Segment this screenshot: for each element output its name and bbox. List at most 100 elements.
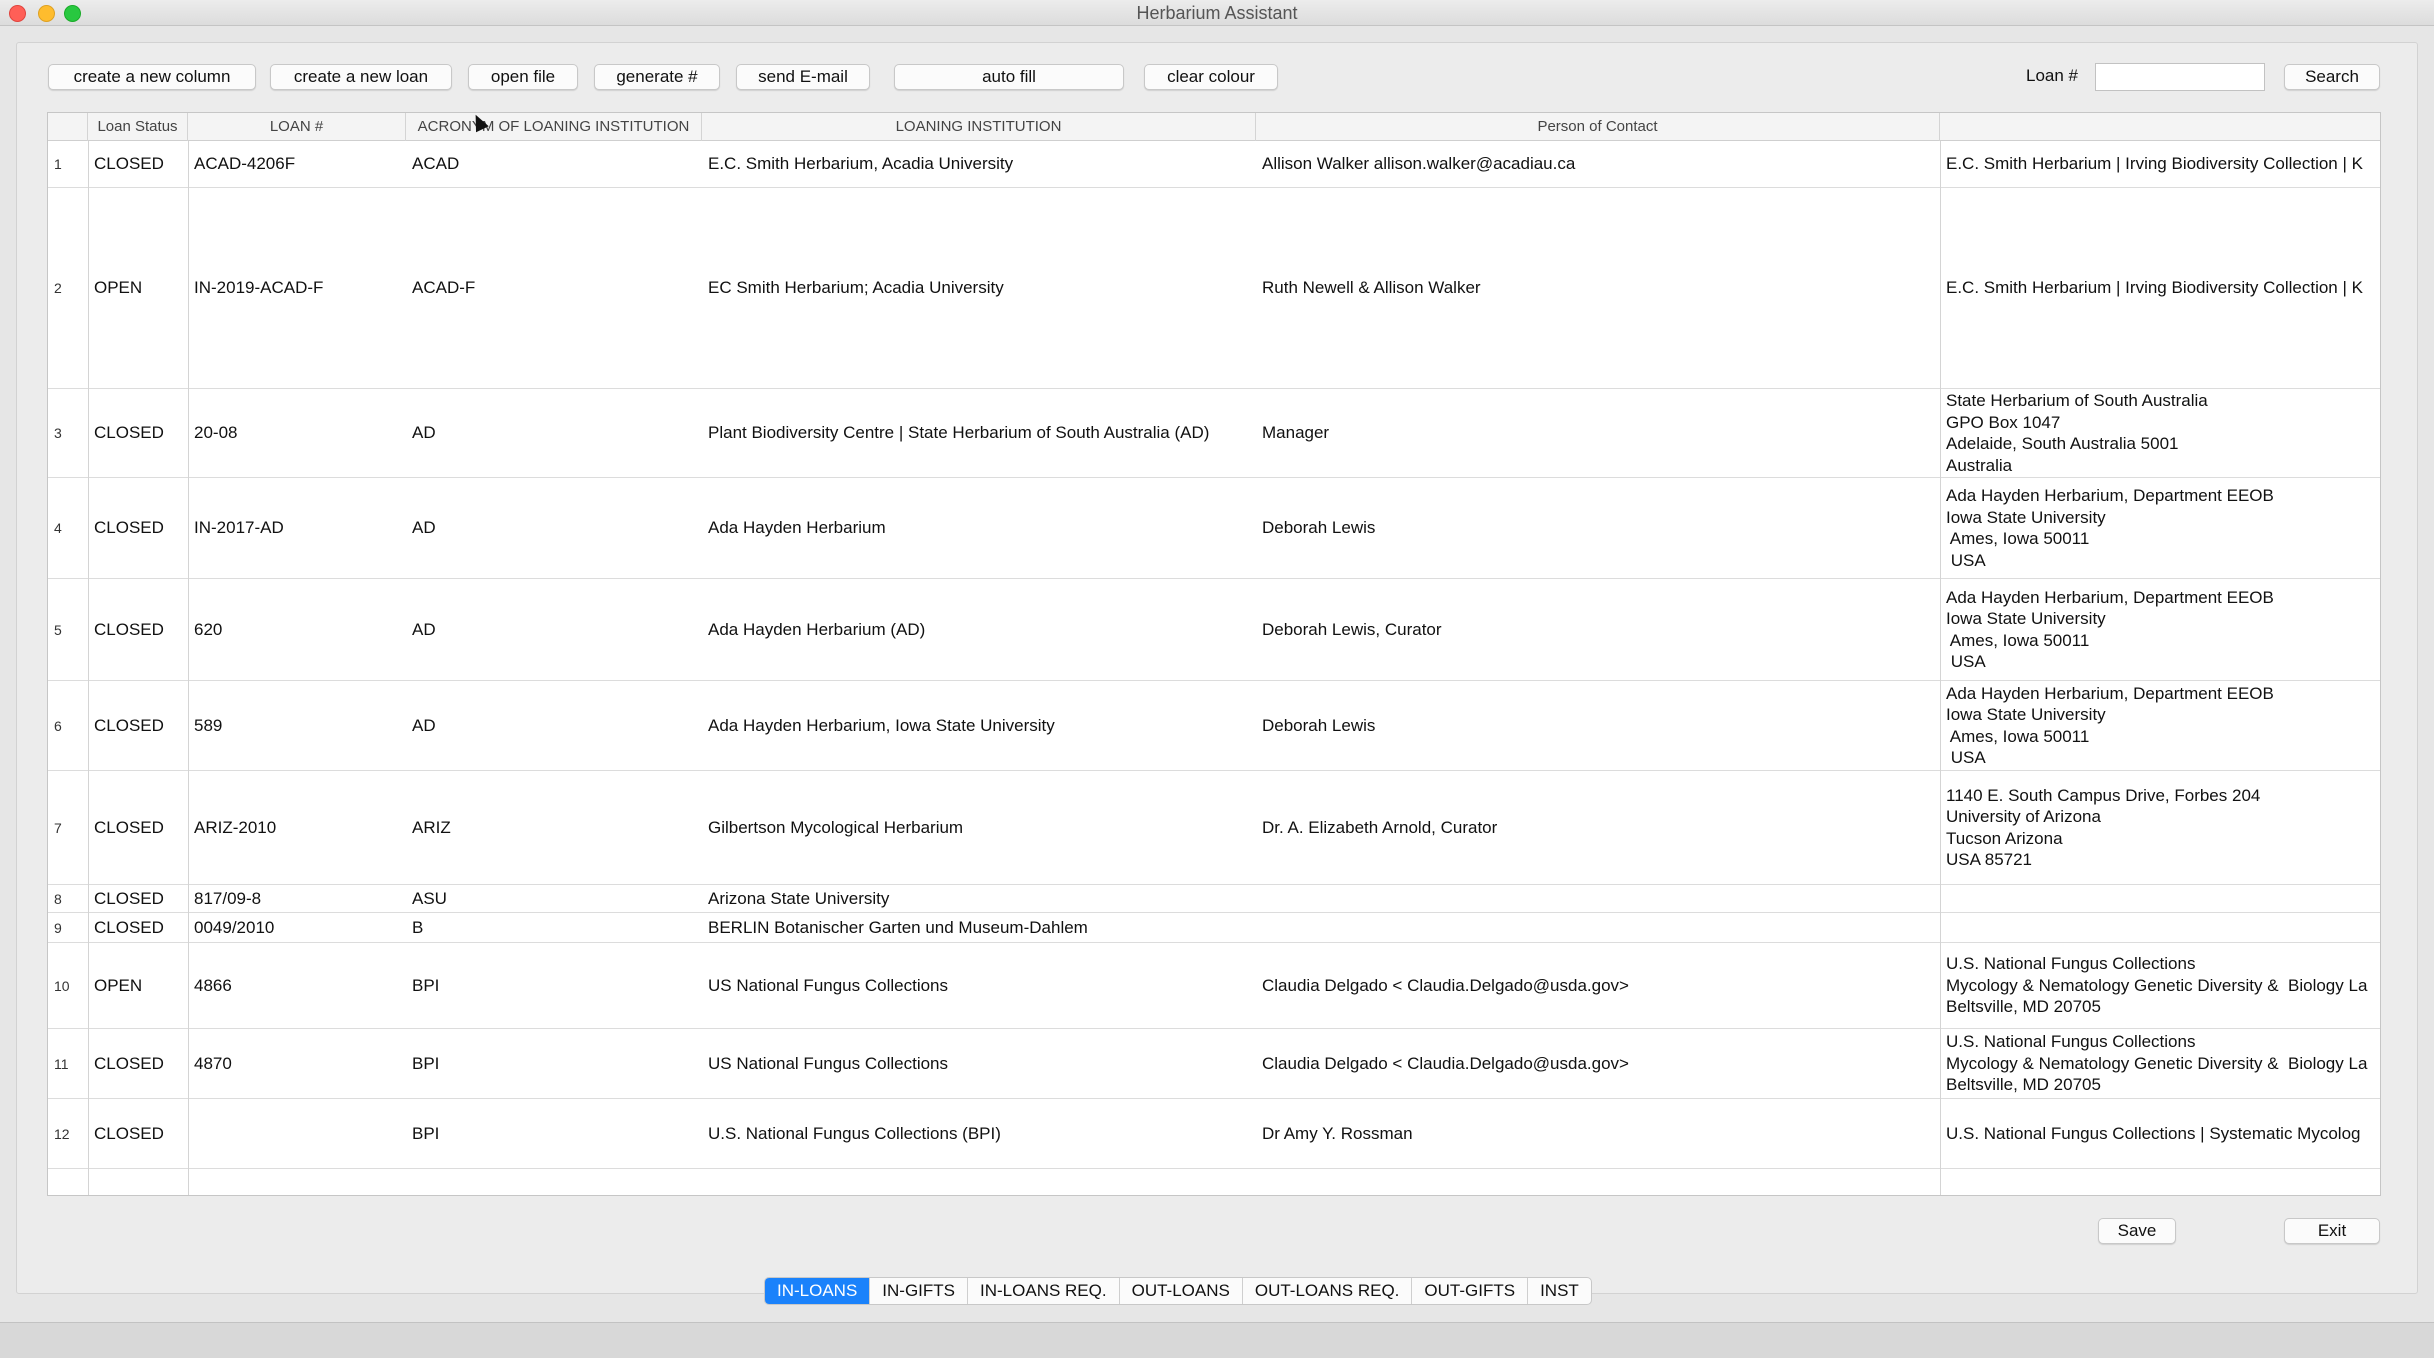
cell-person-of-contact[interactable]: Ruth Newell & Allison Walker <box>1256 188 1940 388</box>
cell-loan-status[interactable]: CLOSED <box>88 1169 188 1196</box>
cell-loan-status[interactable]: CLOSED <box>88 771 188 884</box>
tab-out-gifts[interactable]: OUT-GIFTS <box>1412 1278 1529 1304</box>
cell-loaning-institution[interactable]: U.S. National Fungus Collections (BPI) <box>702 1099 1256 1168</box>
cell-person-of-contact[interactable]: Dr Amy Y. Rossman <box>1256 1099 1940 1168</box>
tab-in-gifts[interactable]: IN-GIFTS <box>870 1278 969 1304</box>
cell-loan-status[interactable]: CLOSED <box>88 681 188 770</box>
loan-number-input[interactable] <box>2095 63 2265 91</box>
cell-loaning-institution[interactable]: US National Fungus Collections <box>702 1169 1256 1196</box>
cell-address[interactable]: Ada Hayden Herbarium, Department EEOB Io… <box>1940 478 2380 578</box>
cell-loan-status[interactable]: CLOSED <box>88 141 188 187</box>
cell-address[interactable]: Ada Hayden Herbarium, Department EEOB Io… <box>1940 579 2380 680</box>
cell-loan-status[interactable]: CLOSED <box>88 1029 188 1098</box>
cell-loaning-institution[interactable]: BERLIN Botanischer Garten und Museum-Dah… <box>702 913 1256 942</box>
cell-loan-status[interactable]: CLOSED <box>88 885 188 912</box>
column-header-loan-status[interactable]: Loan Status <box>88 113 188 141</box>
column-header-acronym[interactable]: ACRONYM OF LOANING INSTITUTION <box>406 113 702 141</box>
cell-person-of-contact[interactable]: Erin McCray <box>1256 1169 1940 1196</box>
column-header-person-of-contact[interactable]: Person of Contact <box>1256 113 1940 141</box>
table-row[interactable]: 1 CLOSED ACAD-4206F ACAD E.C. Smith Herbariu… <box>48 141 2380 188</box>
cell-loaning-institution[interactable]: Arizona State University <box>702 885 1256 912</box>
cell-loan-number[interactable]: 620 <box>188 579 406 680</box>
table-row[interactable]: 3 CLOSED 20-08 AD Plant Biodiversity Centre … <box>48 389 2380 478</box>
cell-loan-number[interactable]: 4866 <box>188 943 406 1028</box>
cell-loaning-institution[interactable]: US National Fungus Collections <box>702 1029 1256 1098</box>
cell-loan-number[interactable]: 20-08 <box>188 389 406 477</box>
generate-number-button[interactable]: generate # <box>594 64 720 90</box>
cell-loan-status[interactable]: CLOSED <box>88 389 188 477</box>
tab-in-loans-req[interactable]: IN-LOANS REQ. <box>968 1278 1120 1304</box>
cell-loan-number[interactable]: IN-2019-ACAD-F <box>188 188 406 388</box>
cell-acronym[interactable]: BPI <box>406 1099 702 1168</box>
cell-address[interactable]: U.S. National Fungus Collections Mycolog… <box>1940 1029 2380 1098</box>
cell-loaning-institution[interactable]: Plant Biodiversity Centre | State Herbar… <box>702 389 1256 477</box>
table-row[interactable]: 10 OPEN 4866 BPI US National Fungus Collecti… <box>48 943 2380 1029</box>
cell-loan-status[interactable]: CLOSED <box>88 1099 188 1168</box>
cell-person-of-contact[interactable] <box>1256 885 1940 912</box>
tab-inst[interactable]: INST <box>1528 1278 1591 1304</box>
cell-acronym[interactable]: ASU <box>406 885 702 912</box>
cell-loan-number[interactable]: 589 <box>188 681 406 770</box>
create-new-loan-button[interactable]: create a new loan <box>270 64 452 90</box>
create-new-column-button[interactable]: create a new column <box>48 64 256 90</box>
cell-loan-number[interactable]: ARIZ-2010 <box>188 771 406 884</box>
cell-person-of-contact[interactable]: Claudia Delgado < Claudia.Delgado@usda.g… <box>1256 943 1940 1028</box>
send-email-button[interactable]: send E-mail <box>736 64 870 90</box>
table-row[interactable]: 11 CLOSED 4870 BPI US National Fungus Collec… <box>48 1029 2380 1099</box>
open-file-button[interactable]: open file <box>468 64 578 90</box>
cell-acronym[interactable]: ARIZ <box>406 771 702 884</box>
save-button[interactable]: Save <box>2098 1218 2176 1244</box>
cell-acronym[interactable]: AD <box>406 681 702 770</box>
cell-address[interactable]: State Herbarium of South Australia GPO B… <box>1940 389 2380 477</box>
cell-loaning-institution[interactable]: Ada Hayden Herbarium <box>702 478 1256 578</box>
cell-address[interactable]: E.C. Smith Herbarium | Irving Biodiversi… <box>1940 141 2380 187</box>
cell-acronym[interactable]: ACAD <box>406 141 702 187</box>
cell-person-of-contact[interactable]: Dr. A. Elizabeth Arnold, Curator <box>1256 771 1940 884</box>
clear-colour-button[interactable]: clear colour <box>1144 64 1278 90</box>
cell-address[interactable]: U.S. National Fungus Collections Mycolog… <box>1940 943 2380 1028</box>
cell-address[interactable]: U.S. National Fungus Collections | Syste… <box>1940 1099 2380 1168</box>
cell-loan-number[interactable]: ACAD-4206F <box>188 141 406 187</box>
cell-loaning-institution[interactable]: US National Fungus Collections <box>702 943 1256 1028</box>
auto-fill-button[interactable]: auto fill <box>894 64 1124 90</box>
cell-person-of-contact[interactable]: Claudia Delgado < Claudia.Delgado@usda.g… <box>1256 1029 1940 1098</box>
cell-loan-number[interactable]: 4429 <box>188 1169 406 1196</box>
cell-person-of-contact[interactable]: Deborah Lewis, Curator <box>1256 579 1940 680</box>
cell-address[interactable]: U.S. National Fungus Collections | Syste… <box>1940 1169 2380 1195</box>
tab-out-loans-req[interactable]: OUT-LOANS REQ. <box>1243 1278 1413 1304</box>
table-row[interactable]: 13CLOSED4429BPIUS National Fungus Collec… <box>48 1169 2380 1196</box>
cell-acronym[interactable]: B <box>406 913 702 942</box>
exit-button[interactable]: Exit <box>2284 1218 2380 1244</box>
cell-acronym[interactable]: ACAD-F <box>406 188 702 388</box>
cell-address[interactable]: Ada Hayden Herbarium, Department EEOB Io… <box>1940 681 2380 770</box>
table-row[interactable]: 8 CLOSED 817/09-8 ASU Arizona State Universi… <box>48 885 2380 913</box>
cell-acronym[interactable]: BPI <box>406 1169 702 1196</box>
cell-loan-status[interactable]: CLOSED <box>88 913 188 942</box>
cell-loaning-institution[interactable]: E.C. Smith Herbarium, Acadia University <box>702 141 1256 187</box>
cell-loaning-institution[interactable]: Ada Hayden Herbarium (AD) <box>702 579 1256 680</box>
column-header-loaning-institution[interactable]: LOANING INSTITUTION <box>702 113 1256 141</box>
cell-loan-number[interactable] <box>188 1099 406 1168</box>
column-header-address[interactable] <box>1940 113 2380 141</box>
cell-acronym[interactable]: AD <box>406 579 702 680</box>
cell-address[interactable] <box>1940 913 2380 942</box>
cell-acronym[interactable]: BPI <box>406 943 702 1028</box>
tab-out-loans[interactable]: OUT-LOANS <box>1120 1278 1243 1304</box>
cell-loan-status[interactable]: CLOSED <box>88 579 188 680</box>
cell-person-of-contact[interactable]: Manager <box>1256 389 1940 477</box>
table-row[interactable]: 4 CLOSED IN-2017-AD AD Ada Hayden Herbarium D… <box>48 478 2380 579</box>
cell-loan-number[interactable]: 817/09-8 <box>188 885 406 912</box>
table-row[interactable]: 2 OPEN IN-2019-ACAD-F ACAD-F EC Smith Herbar… <box>48 188 2380 389</box>
cell-loan-status[interactable]: OPEN <box>88 188 188 388</box>
tab-in-loans[interactable]: IN-LOANS <box>765 1278 871 1304</box>
table-row[interactable]: 12 CLOSED BPI U.S. National Fungus Collecti… <box>48 1099 2380 1169</box>
cell-address[interactable]: 1140 E. South Campus Drive, Forbes 204 U… <box>1940 771 2380 884</box>
table-row[interactable]: 9 CLOSED 0049/2010 B BERLIN Botanischer Gart… <box>48 913 2380 943</box>
cell-person-of-contact[interactable]: Deborah Lewis <box>1256 681 1940 770</box>
column-header-loan-number[interactable]: LOAN # <box>188 113 406 141</box>
cell-loan-number[interactable]: 4870 <box>188 1029 406 1098</box>
cell-loaning-institution[interactable]: Ada Hayden Herbarium, Iowa State Univers… <box>702 681 1256 770</box>
cell-person-of-contact[interactable]: Deborah Lewis <box>1256 478 1940 578</box>
cell-loan-status[interactable]: CLOSED <box>88 478 188 578</box>
cell-acronym[interactable]: BPI <box>406 1029 702 1098</box>
